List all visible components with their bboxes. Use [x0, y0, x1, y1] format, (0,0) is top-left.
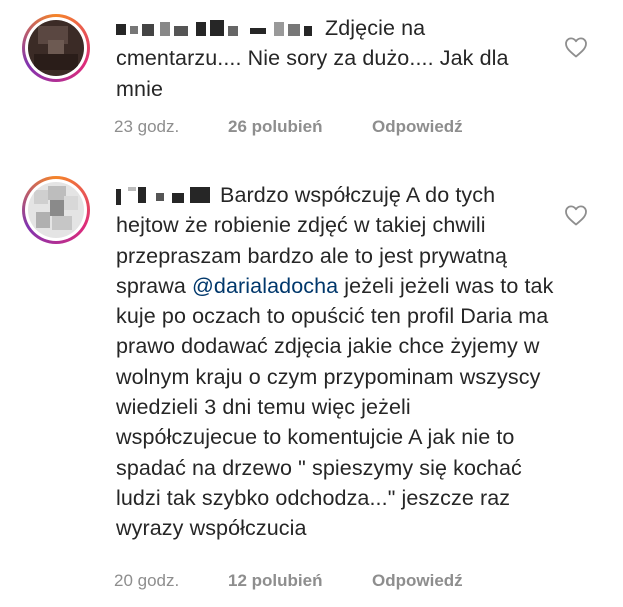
username-censored: [116, 18, 319, 38]
mention-link[interactable]: @darialadocha: [192, 274, 338, 298]
comment-text: e_j_a_l_a Zdjęcie na cmentarzu.... Nie s…: [116, 13, 556, 104]
comment-username[interactable]: j_l_k_a: [116, 180, 214, 210]
avatar[interactable]: [22, 14, 90, 82]
avatar[interactable]: [22, 176, 90, 244]
reply-button[interactable]: Odpowiedź: [372, 117, 463, 137]
likes-count[interactable]: 12 polubień: [228, 571, 322, 591]
avatar-border: [25, 17, 87, 79]
comment-text: j_l_k_a Bardzo współczuję A do tych hejt…: [116, 180, 556, 544]
username-censored: [116, 185, 214, 205]
comment-time: 23 godz.: [114, 117, 180, 136]
reply-button[interactable]: Odpowiedź: [372, 571, 463, 591]
comment-username[interactable]: e_j_a_l_a: [116, 13, 319, 43]
avatar-image: [28, 182, 84, 238]
avatar-image: [28, 20, 84, 76]
comment-time: 20 godz.: [114, 571, 180, 590]
avatar-border: [25, 179, 87, 241]
heart-outline-icon[interactable]: [564, 36, 588, 58]
comment-body-continued: jeżeli jeżeli was to tak kuje po oczach …: [116, 273, 554, 541]
likes-count[interactable]: 26 polubień: [228, 117, 322, 137]
heart-outline-icon[interactable]: [564, 204, 588, 226]
